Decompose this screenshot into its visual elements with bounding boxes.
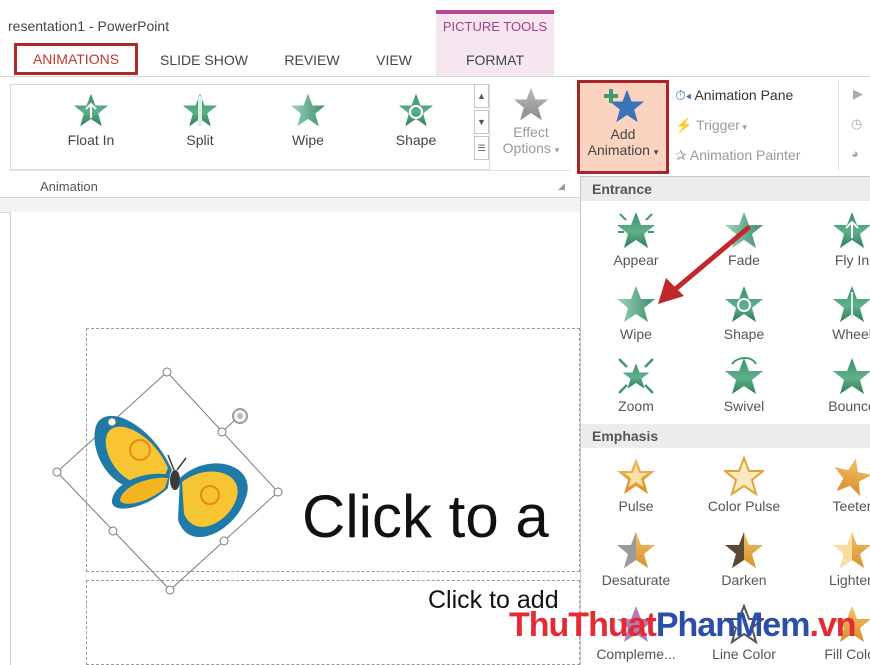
star-swivel-icon — [724, 357, 764, 396]
animation-painter-button[interactable]: ✰ Animation Painter — [675, 147, 800, 164]
duration-icon[interactable]: ◕ — [851, 146, 859, 161]
gallery-wipe[interactable]: Wipe — [263, 92, 353, 148]
animation-pane-button[interactable]: ⏱◂ Animation Pane — [675, 87, 793, 104]
rotate-handle-icon[interactable] — [232, 408, 248, 424]
effect-darken[interactable]: Darken — [689, 530, 799, 588]
gallery-split[interactable]: Split — [155, 92, 245, 148]
gallery-scroll-down[interactable]: ▼ — [474, 110, 489, 134]
play-icon[interactable]: ▶ — [853, 86, 863, 102]
effect-label: Bounce — [828, 398, 870, 414]
group-label-animation: Animation — [40, 179, 98, 194]
effect-bounce[interactable]: Bounce — [797, 356, 870, 414]
gallery-label: Float In — [67, 132, 115, 148]
emphasis-header: Emphasis — [581, 424, 870, 448]
effect-options-icon — [513, 86, 549, 122]
clock-icon[interactable]: ◷ — [851, 116, 862, 132]
effect-label: Compleme... — [596, 646, 676, 662]
annotation-arrow-icon — [658, 225, 751, 304]
star-darken-icon — [725, 532, 764, 568]
star-split-icon — [182, 92, 218, 128]
title-placeholder-text: Click to a — [302, 483, 549, 550]
effect-label: Wipe — [620, 326, 652, 342]
animation-painter-label: Animation Painter — [689, 147, 801, 163]
window-title: resentation1 - PowerPoint — [8, 18, 170, 34]
gallery-shape[interactable]: Shape — [371, 92, 461, 148]
gallery-label: Split — [186, 132, 214, 148]
star-float-in-icon — [73, 92, 109, 128]
star-zoom-icon — [618, 358, 654, 394]
star-wipe-icon — [290, 92, 326, 128]
effect-label: Lighten — [829, 572, 870, 588]
add-animation-button[interactable]: Add Animation ▾ — [577, 80, 669, 174]
effect-wheel[interactable]: Wheel — [797, 284, 870, 342]
animation-pane-label: Animation Pane — [694, 87, 794, 103]
star-desaturate-icon — [617, 532, 656, 568]
effect-label: Fly In — [834, 252, 870, 268]
effect-lighten[interactable]: Lighten — [797, 530, 870, 588]
effect-options-button[interactable]: Effect Options ▾ — [494, 86, 568, 176]
star-wheel-icon — [832, 284, 870, 324]
effect-fly-in[interactable]: Fly In — [797, 210, 870, 268]
effect-desaturate[interactable]: Desaturate — [581, 530, 691, 588]
effect-label: Swivel — [723, 398, 765, 414]
trigger-button[interactable]: ⚡ Trigger ▾ — [675, 117, 747, 134]
effect-label: Darken — [721, 572, 767, 588]
effect-zoom[interactable]: Zoom — [581, 356, 691, 414]
tab-slide-show[interactable]: SLIDE SHOW — [148, 44, 260, 76]
tab-format[interactable]: FORMAT — [436, 44, 554, 76]
star-lighten-icon — [833, 532, 870, 568]
gallery-more-button[interactable]: ☰ — [474, 136, 489, 160]
effect-label: Desaturate — [601, 572, 671, 588]
tab-review[interactable]: REVIEW — [272, 44, 352, 76]
effect-label: Fill Color — [824, 646, 870, 662]
star-pulse-icon — [616, 456, 656, 496]
gallery-label: Shape — [395, 132, 437, 148]
effect-label: Color Pulse — [707, 498, 781, 514]
gallery-label: Wipe — [292, 132, 324, 148]
effect-options-line2: Options ▾ — [502, 140, 560, 156]
ribbon-divider — [10, 170, 570, 171]
watermark: ThuThuatPhanMem.vn — [509, 606, 857, 644]
entrance-header: Entrance — [581, 177, 870, 201]
effect-label: Wheel — [832, 326, 870, 342]
gallery-float-in[interactable]: Float In — [46, 92, 136, 148]
star-shape-icon — [398, 92, 434, 128]
add-animation-line1: Add — [610, 126, 636, 142]
star-color-pulse-icon — [724, 456, 764, 496]
add-star-icon — [604, 89, 645, 123]
effect-label: Line Color — [712, 646, 776, 662]
trigger-label: Trigger — [696, 117, 740, 133]
animation-pane-icon: ⏱◂ — [675, 87, 692, 103]
star-bounce-icon — [832, 356, 870, 396]
effect-swivel[interactable]: Swivel — [689, 356, 799, 414]
slide-pane-header — [0, 198, 580, 213]
effect-options-line1: Effect — [513, 124, 549, 140]
effect-label: Shape — [723, 326, 765, 342]
effect-pulse[interactable]: Pulse — [581, 456, 691, 514]
painter-icon: ✰ — [675, 147, 687, 163]
lightning-icon: ⚡ — [675, 117, 693, 133]
tab-animations[interactable]: ANIMATIONS — [14, 43, 138, 75]
dialog-launcher-icon[interactable]: ◢ — [558, 181, 565, 192]
star-teeter-icon — [832, 456, 870, 496]
butterfly-picture[interactable] — [40, 360, 300, 600]
ribbon-divider — [838, 80, 839, 170]
star-fly-in-icon — [832, 210, 870, 250]
effect-teeter[interactable]: Teeter — [797, 456, 870, 514]
tab-view[interactable]: VIEW — [362, 44, 426, 76]
add-animation-line2: Animation ▾ — [587, 142, 659, 158]
effect-label: Teeter — [832, 498, 870, 514]
gallery-scroll-up[interactable]: ▲ — [474, 84, 489, 108]
effect-color-pulse[interactable]: Color Pulse — [689, 456, 799, 514]
effect-label: Zoom — [618, 398, 654, 414]
effect-label: Pulse — [618, 498, 654, 514]
picture-tools-label: PICTURE TOOLS — [442, 19, 548, 34]
